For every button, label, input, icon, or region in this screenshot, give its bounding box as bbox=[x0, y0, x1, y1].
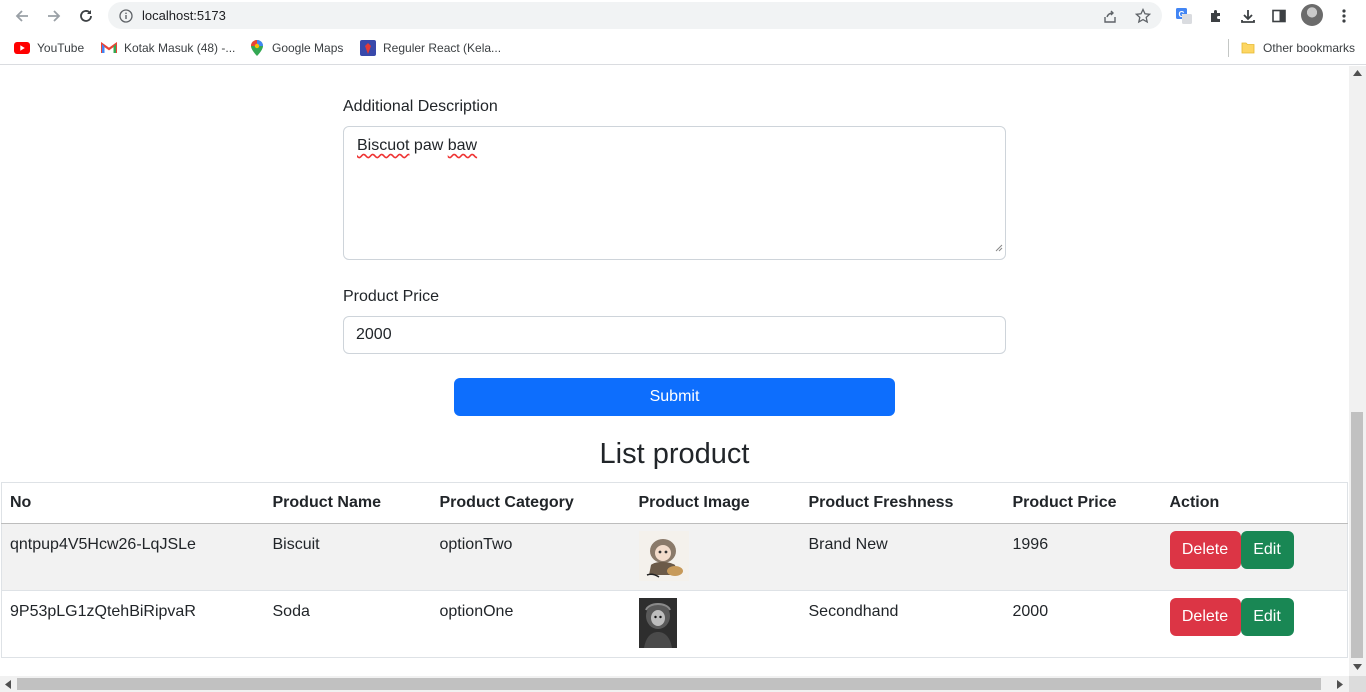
cell-freshness: Brand New bbox=[800, 523, 1005, 591]
product-table: No Product Name Product Category Product… bbox=[1, 482, 1348, 658]
bookmark-label: Google Maps bbox=[272, 41, 344, 55]
site-info-icon[interactable] bbox=[119, 9, 133, 28]
cell-action: Delete Edit bbox=[1161, 523, 1348, 591]
bookmark-label: Reguler React (Kela... bbox=[383, 41, 502, 55]
extensions-puzzle-icon[interactable] bbox=[1205, 5, 1227, 27]
gmail-icon bbox=[101, 40, 117, 56]
bookmark-youtube[interactable]: YouTube bbox=[14, 40, 84, 56]
price-input[interactable]: 2000 bbox=[343, 316, 1006, 354]
misspelled-word: Biscuot bbox=[357, 137, 410, 154]
resize-handle-icon[interactable] bbox=[995, 239, 1003, 257]
arrow-left-icon bbox=[15, 10, 28, 22]
horizontal-scroll-thumb[interactable] bbox=[17, 678, 1321, 690]
bookmark-label: Kotak Masuk (48) -... bbox=[124, 41, 236, 55]
translate-extension-icon[interactable]: G bbox=[1173, 5, 1195, 27]
cell-price: 2000 bbox=[1004, 590, 1162, 658]
side-panel-icon[interactable] bbox=[1268, 5, 1290, 27]
list-title: List product bbox=[599, 438, 750, 470]
scroll-right-icon[interactable] bbox=[1337, 680, 1343, 689]
other-bookmarks[interactable]: Other bookmarks bbox=[1240, 40, 1355, 56]
vertical-scroll-thumb[interactable] bbox=[1351, 412, 1363, 658]
table-row: qntpup4V5Hcw26-LqJSLe Biscuit optionTwo … bbox=[1, 523, 1348, 591]
column-header: Product Name bbox=[264, 482, 432, 524]
bookmark-site-icon bbox=[360, 40, 376, 56]
browser-toolbar: localhost:5173 G bbox=[0, 0, 1366, 32]
edit-button[interactable]: Edit bbox=[1240, 598, 1294, 636]
bookmarks-separator bbox=[1228, 39, 1229, 57]
cell-name: Soda bbox=[264, 590, 432, 658]
column-header: Product Category bbox=[431, 482, 631, 524]
address-bar[interactable]: localhost:5173 bbox=[108, 2, 1162, 29]
share-icon[interactable] bbox=[1102, 8, 1118, 29]
table-header-row: No Product Name Product Category Product… bbox=[1, 482, 1348, 524]
download-icon[interactable] bbox=[1237, 5, 1259, 27]
product-image-soda bbox=[638, 598, 677, 648]
maps-icon bbox=[249, 40, 265, 56]
cell-no: 9P53pLG1zQtehBiRipvaR bbox=[1, 590, 265, 658]
column-header: Action bbox=[1161, 482, 1348, 524]
url-text: localhost:5173 bbox=[142, 8, 226, 23]
column-header: No bbox=[1, 482, 265, 524]
bookmark-reguler-react[interactable]: Reguler React (Kela... bbox=[360, 40, 501, 56]
cell-name: Biscuit bbox=[264, 523, 432, 591]
kebab-menu-icon[interactable] bbox=[1333, 5, 1355, 27]
back-button[interactable] bbox=[11, 5, 33, 27]
description-label: Additional Description bbox=[343, 98, 498, 115]
scroll-left-icon[interactable] bbox=[5, 680, 11, 689]
delete-button[interactable]: Delete bbox=[1169, 531, 1241, 569]
star-icon[interactable] bbox=[1134, 7, 1152, 29]
forward-button[interactable] bbox=[43, 5, 65, 27]
vertical-scrollbar[interactable] bbox=[1349, 66, 1366, 676]
submit-button[interactable]: Submit bbox=[454, 378, 895, 416]
other-bookmarks-label: Other bookmarks bbox=[1263, 41, 1356, 55]
profile-avatar[interactable] bbox=[1301, 4, 1323, 26]
cell-action: Delete Edit bbox=[1161, 590, 1348, 658]
folder-icon bbox=[1240, 40, 1256, 56]
bookmark-label: YouTube bbox=[37, 41, 85, 55]
scroll-down-icon[interactable] bbox=[1353, 664, 1362, 670]
table-row: 9P53pLG1zQtehBiRipvaR Soda optionOne Sec… bbox=[1, 590, 1348, 658]
page-viewport: Additional Description Biscuot paw baw P… bbox=[0, 66, 1349, 676]
cell-category: optionTwo bbox=[431, 523, 631, 591]
cell-image bbox=[630, 590, 801, 658]
cell-category: optionOne bbox=[431, 590, 631, 658]
reload-button[interactable] bbox=[75, 5, 97, 27]
bookmarks-bar: YouTube Kotak Masuk (48) -... Google Map… bbox=[0, 32, 1366, 65]
cell-price: 1996 bbox=[1004, 523, 1162, 591]
horizontal-scrollbar[interactable] bbox=[0, 676, 1349, 692]
reload-icon bbox=[80, 10, 92, 22]
cell-freshness: Secondhand bbox=[800, 590, 1005, 658]
delete-button[interactable]: Delete bbox=[1169, 598, 1241, 636]
column-header: Product Freshness bbox=[800, 482, 1005, 524]
misspelled-word: baw bbox=[447, 137, 478, 154]
scroll-up-icon[interactable] bbox=[1353, 70, 1362, 76]
description-word: paw bbox=[413, 137, 444, 154]
column-header: Product Image bbox=[630, 482, 801, 524]
description-textarea[interactable]: Biscuot paw baw bbox=[343, 126, 1006, 260]
youtube-icon bbox=[14, 40, 30, 56]
bookmark-gmail[interactable]: Kotak Masuk (48) -... bbox=[101, 40, 235, 56]
cell-image bbox=[630, 523, 801, 591]
arrow-right-icon bbox=[48, 10, 61, 22]
product-image-biscuit bbox=[638, 531, 689, 581]
scrollbar-corner bbox=[1349, 676, 1366, 692]
column-header: Product Price bbox=[1004, 482, 1162, 524]
edit-button[interactable]: Edit bbox=[1240, 531, 1294, 569]
bookmark-google-maps[interactable]: Google Maps bbox=[249, 40, 343, 56]
cell-no: qntpup4V5Hcw26-LqJSLe bbox=[1, 523, 265, 591]
price-label: Product Price bbox=[343, 288, 440, 305]
